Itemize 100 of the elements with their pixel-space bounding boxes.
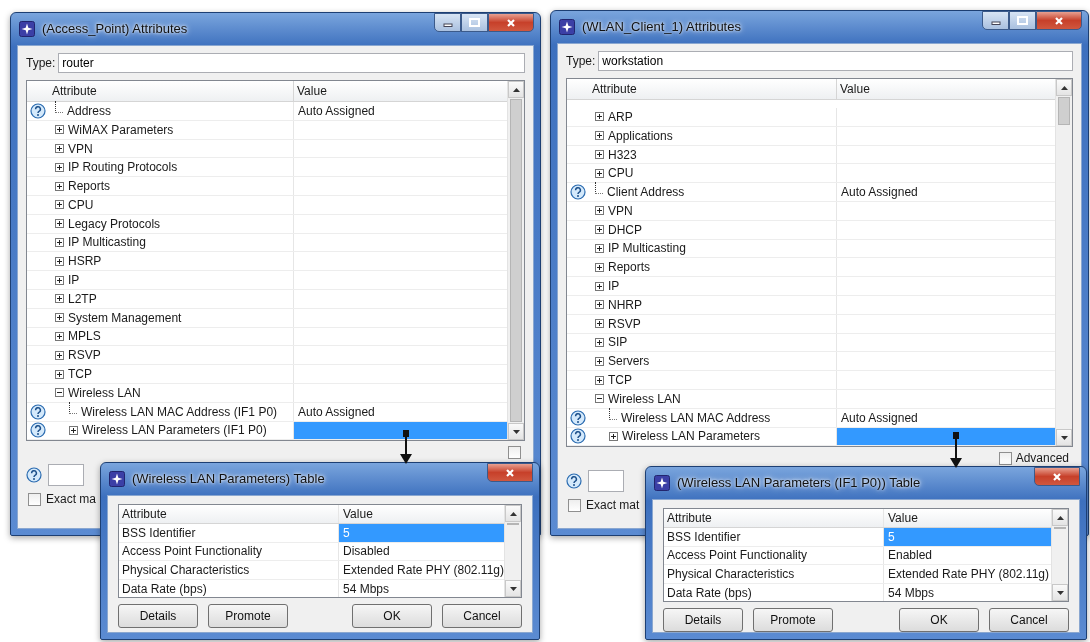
tree-row[interactable]: TCP: [27, 365, 507, 384]
column-header[interactable]: Value: [294, 81, 327, 101]
expand-icon[interactable]: [595, 319, 604, 329]
attribute-name[interactable]: Wireless LAN Parameters (IF1 P0): [82, 421, 267, 440]
help-icon[interactable]: [570, 428, 586, 445]
expand-icon[interactable]: [595, 206, 604, 216]
minimize-button[interactable]: [434, 13, 461, 32]
attribute-name[interactable]: RSVP: [68, 346, 101, 365]
attribute-name[interactable]: Servers: [608, 352, 650, 371]
tree-row[interactable]: VPN: [27, 139, 507, 159]
value-cell[interactable]: 54 Mbps: [884, 583, 1051, 601]
attribute-name[interactable]: IP: [608, 277, 620, 296]
tree-row[interactable]: CPU: [567, 164, 1055, 184]
help-icon[interactable]: [570, 409, 586, 426]
collapse-icon[interactable]: [595, 394, 604, 404]
attribute-name[interactable]: Applications: [608, 126, 673, 145]
attribute-name[interactable]: IP: [68, 271, 80, 290]
type-field[interactable]: workstation: [598, 51, 1073, 71]
checkbox[interactable]: [998, 451, 1012, 465]
attribute-name[interactable]: Wireless LAN MAC Address (IF1 P0): [81, 402, 278, 421]
attribute-name[interactable]: IP Routing Protocols: [68, 158, 178, 177]
tree-row[interactable]: Applications: [567, 126, 1055, 146]
attribute-name[interactable]: Wireless LAN: [68, 383, 141, 402]
dialog-button[interactable]: Details: [118, 604, 198, 628]
value-cell[interactable]: Auto Assigned: [837, 183, 1055, 201]
maximize-button[interactable]: [1009, 11, 1036, 30]
expand-icon[interactable]: [55, 162, 64, 172]
close-button[interactable]: [487, 463, 533, 482]
attribute-name[interactable]: Physical Characteristics: [119, 561, 339, 579]
attribute-name[interactable]: IP Multicasting: [608, 239, 686, 258]
scrollbar[interactable]: [504, 505, 521, 597]
column-header[interactable]: Attribute: [664, 509, 884, 527]
dialog-button[interactable]: Cancel: [989, 608, 1069, 632]
help-icon[interactable]: [30, 102, 46, 119]
attribute-name[interactable]: CPU: [608, 164, 634, 183]
expand-icon[interactable]: [55, 275, 64, 285]
expand-icon[interactable]: [55, 313, 64, 323]
expand-icon[interactable]: [595, 150, 604, 159]
tree-row[interactable]: Reports: [27, 177, 507, 196]
expand-icon[interactable]: [55, 350, 64, 360]
expand-icon[interactable]: [55, 256, 64, 266]
tree-row[interactable]: Servers: [567, 352, 1055, 372]
expand-icon[interactable]: [595, 337, 604, 347]
expand-icon[interactable]: [595, 356, 604, 366]
expand-icon[interactable]: [55, 200, 64, 210]
scrollbar-thumb[interactable]: [1058, 97, 1070, 125]
scrollbar[interactable]: [1055, 79, 1072, 447]
expand-icon[interactable]: [595, 281, 604, 291]
tree-row[interactable]: RSVP: [27, 346, 507, 366]
maximize-button[interactable]: [461, 13, 488, 32]
down-arrow-icon[interactable]: [512, 429, 520, 434]
checkbox-label[interactable]: Exact ma: [46, 490, 96, 509]
attribute-name[interactable]: HSRP: [68, 252, 102, 271]
attribute-name[interactable]: Wireless LAN MAC Address: [621, 408, 771, 427]
expand-icon[interactable]: [595, 262, 604, 272]
attribute-name[interactable]: TCP: [608, 371, 632, 390]
expand-icon[interactable]: [55, 125, 64, 135]
attribute-name[interactable]: IP Multicasting: [68, 233, 146, 252]
search-field[interactable]: [588, 470, 624, 493]
attribute-name[interactable]: L2TP: [68, 289, 97, 308]
attribute-name[interactable]: VPN: [68, 139, 93, 158]
search-field[interactable]: [48, 464, 84, 487]
tree-row[interactable]: DHCP: [567, 220, 1055, 240]
tree-row[interactable]: System Management: [27, 308, 507, 328]
tree-row[interactable]: IP Multicasting: [567, 239, 1055, 259]
up-arrow-icon[interactable]: [1060, 85, 1068, 90]
checkbox[interactable]: [28, 492, 41, 506]
attribute-name[interactable]: Reports: [68, 177, 111, 196]
attribute-name[interactable]: VPN: [608, 201, 633, 220]
scrollbar-thumb[interactable]: [510, 99, 522, 423]
up-arrow-icon[interactable]: [1056, 515, 1064, 520]
attribute-name[interactable]: Access Point Functionality: [119, 542, 339, 561]
tree-row[interactable]: IP: [567, 277, 1055, 296]
attribute-name[interactable]: Address: [67, 101, 112, 120]
tree-row[interactable]: HSRP: [27, 252, 507, 272]
value-cell[interactable]: Disabled: [339, 542, 504, 561]
minimize-button[interactable]: [982, 11, 1009, 30]
tree-row[interactable]: IP Multicasting: [27, 233, 507, 253]
attribute-name[interactable]: Access Point Functionality: [664, 546, 884, 565]
column-header[interactable]: Value: [884, 509, 1051, 527]
down-arrow-icon[interactable]: [1060, 435, 1068, 440]
attribute-name[interactable]: Wireless LAN: [608, 389, 681, 408]
collapse-icon[interactable]: [55, 388, 64, 398]
expand-icon[interactable]: [609, 431, 618, 441]
dialog-button[interactable]: Promote: [753, 608, 833, 632]
attribute-name[interactable]: Data Rate (bps): [664, 583, 884, 601]
column-header[interactable]: Attribute: [49, 81, 294, 101]
attribute-name[interactable]: CPU: [68, 195, 94, 214]
expand-icon[interactable]: [595, 243, 604, 253]
attribute-name[interactable]: ARP: [608, 107, 633, 126]
value-cell[interactable]: Enabled: [884, 546, 1051, 565]
tree-row[interactable]: ARP: [567, 108, 1055, 127]
checkbox-label[interactable]: Exact mat: [586, 496, 640, 515]
scrollbar-thumb[interactable]: [507, 523, 519, 525]
close-button[interactable]: [1034, 467, 1080, 486]
tree-row[interactable]: L2TP: [27, 289, 507, 309]
attribute-name[interactable]: Client Address: [607, 183, 685, 202]
attribute-name[interactable]: TCP: [68, 365, 92, 384]
type-field[interactable]: router: [58, 53, 525, 73]
column-header[interactable]: Value: [837, 79, 870, 99]
